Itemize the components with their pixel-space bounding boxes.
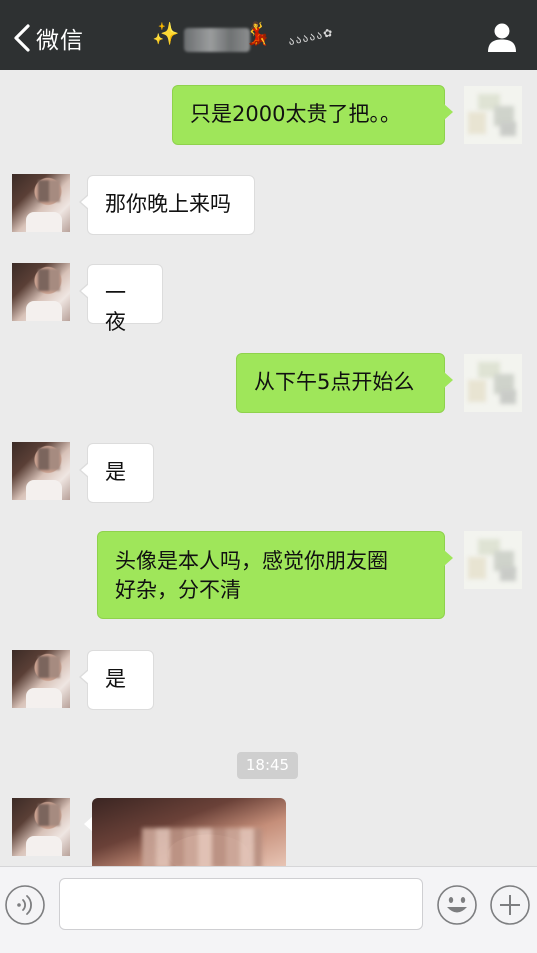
image-message[interactable] xyxy=(92,798,286,866)
contact-avatar[interactable] xyxy=(12,798,70,856)
sparkle-emoji: ✨ xyxy=(152,22,180,47)
image-mosaic xyxy=(142,828,262,866)
chevron-left-icon xyxy=(14,24,30,52)
message-timestamp: 18:45 xyxy=(237,752,298,779)
input-bar xyxy=(0,866,537,953)
plus-icon xyxy=(490,885,530,925)
message-list[interactable]: 只是2000太贵了把。。 那你晚上来吗 一夜 从下午5点开始么 是 头像是本人吗… xyxy=(0,70,537,866)
message-bubble-sent[interactable]: 头像是本人吗，感觉你朋友圈 好杂，分不清 xyxy=(97,531,453,619)
message-bubble-received[interactable]: 那你晚上来吗 xyxy=(79,175,255,235)
more-button[interactable] xyxy=(489,884,531,926)
emoji-button[interactable] xyxy=(436,884,478,926)
message-bubble-received[interactable]: 一夜 xyxy=(79,264,163,334)
emoji-icon xyxy=(437,885,477,925)
blurred-name xyxy=(184,28,250,52)
message-input[interactable] xyxy=(59,878,423,930)
contact-avatar[interactable] xyxy=(12,263,70,321)
contact-avatar[interactable] xyxy=(12,650,70,708)
message-bubble-sent[interactable]: 从下午5点开始么 xyxy=(236,353,453,413)
title-decoration: ა ა ა ა ა ✿ xyxy=(287,26,333,49)
back-button[interactable]: 微信 xyxy=(10,20,84,56)
navbar: 微信 ✨ 💃 ა ა ა ა ა ✿ xyxy=(0,0,537,70)
person-icon xyxy=(488,23,516,52)
back-label: 微信 xyxy=(36,28,84,54)
my-avatar[interactable] xyxy=(464,354,522,412)
contact-avatar[interactable] xyxy=(12,174,70,232)
voice-button[interactable] xyxy=(4,884,46,926)
my-avatar[interactable] xyxy=(464,531,522,589)
chat-title: ✨ 💃 ა ა ა ა ა ✿ xyxy=(148,18,398,64)
chat-info-button[interactable] xyxy=(484,20,520,56)
voice-icon xyxy=(5,885,45,925)
contact-avatar[interactable] xyxy=(12,442,70,500)
dancer-emoji: 💃 xyxy=(244,22,272,47)
message-bubble-received[interactable]: 是 xyxy=(79,443,154,503)
message-bubble-sent[interactable]: 只是2000太贵了把。。 xyxy=(172,85,453,145)
message-bubble-received[interactable]: 是 xyxy=(79,650,154,710)
my-avatar[interactable] xyxy=(464,86,522,144)
